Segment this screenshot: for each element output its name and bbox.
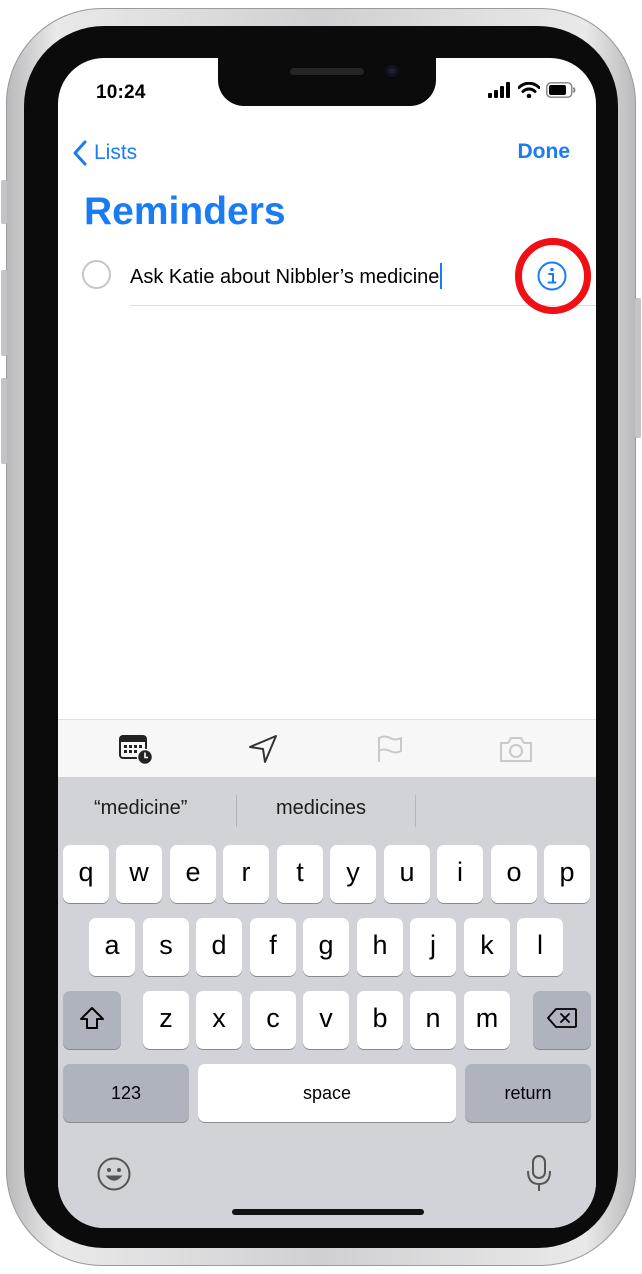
key-x[interactable]: x — [196, 991, 242, 1049]
key-j[interactable]: j — [410, 918, 456, 976]
location-arrow-icon[interactable] — [246, 732, 282, 766]
key-h[interactable]: h — [357, 918, 403, 976]
return-key[interactable]: return — [465, 1064, 591, 1122]
reminder-title-input[interactable]: Ask Katie about Nibbler’s medicine — [130, 263, 443, 289]
volume-down-button — [1, 378, 7, 464]
phone-screen: 10:24 Lists Done Reminders Ask Katie abo… — [58, 58, 596, 1228]
delete-key[interactable] — [533, 991, 591, 1049]
battery-icon — [546, 82, 576, 98]
flag-icon[interactable] — [372, 732, 408, 766]
row-divider — [130, 305, 596, 306]
key-r[interactable]: r — [223, 845, 269, 903]
calendar-clock-icon[interactable] — [118, 732, 154, 766]
key-b[interactable]: b — [357, 991, 403, 1049]
keyboard: “medicine” medicines q w e r t y u i o p… — [58, 777, 596, 1228]
emoji-icon[interactable] — [96, 1156, 132, 1192]
key-d[interactable]: d — [196, 918, 242, 976]
back-to-lists-button[interactable]: Lists — [72, 140, 137, 166]
key-w[interactable]: w — [116, 845, 162, 903]
back-label: Lists — [94, 141, 138, 164]
key-t[interactable]: t — [277, 845, 323, 903]
page-title: Reminders — [84, 190, 286, 233]
done-button[interactable]: Done — [518, 140, 571, 164]
key-q[interactable]: q — [63, 845, 109, 903]
key-f[interactable]: f — [250, 918, 296, 976]
notch — [218, 58, 436, 106]
mute-switch — [1, 180, 7, 224]
key-n[interactable]: n — [410, 991, 456, 1049]
suggestion-divider — [236, 795, 237, 827]
key-l[interactable]: l — [517, 918, 563, 976]
key-k[interactable]: k — [464, 918, 510, 976]
cellular-signal-icon — [488, 82, 510, 98]
shift-key[interactable] — [63, 991, 121, 1049]
suggestion-1[interactable]: “medicine” — [94, 797, 187, 820]
key-e[interactable]: e — [170, 845, 216, 903]
key-s[interactable]: s — [143, 918, 189, 976]
key-v[interactable]: v — [303, 991, 349, 1049]
microphone-icon[interactable] — [525, 1154, 553, 1194]
camera-icon[interactable] — [498, 732, 534, 766]
earpiece-speaker — [290, 68, 364, 75]
shift-arrow-icon — [80, 1007, 104, 1029]
status-icons — [488, 82, 576, 98]
info-icon[interactable] — [536, 260, 568, 292]
key-g[interactable]: g — [303, 918, 349, 976]
key-o[interactable]: o — [491, 845, 537, 903]
key-m[interactable]: m — [464, 991, 510, 1049]
key-y[interactable]: y — [330, 845, 376, 903]
power-button — [635, 298, 641, 438]
key-a[interactable]: a — [89, 918, 135, 976]
key-p[interactable]: p — [544, 845, 590, 903]
suggestion-2[interactable]: medicines — [276, 797, 366, 820]
status-time: 10:24 — [96, 82, 146, 103]
chevron-left-icon — [73, 140, 87, 166]
volume-up-button — [1, 270, 7, 356]
text-cursor — [440, 263, 443, 289]
reminder-title-text: Ask Katie about Nibbler’s medicine — [130, 266, 440, 288]
key-c[interactable]: c — [250, 991, 296, 1049]
front-camera — [386, 65, 398, 77]
home-indicator[interactable] — [232, 1209, 424, 1215]
key-z[interactable]: z — [143, 991, 189, 1049]
backspace-icon — [547, 1008, 577, 1028]
predictive-text-bar: “medicine” medicines — [58, 777, 596, 843]
key-i[interactable]: i — [437, 845, 483, 903]
space-key[interactable]: space — [198, 1064, 456, 1122]
wifi-icon — [518, 82, 540, 98]
key-u[interactable]: u — [384, 845, 430, 903]
phone-frame: 10:24 Lists Done Reminders Ask Katie abo… — [1, 8, 641, 1266]
numbers-key[interactable]: 123 — [63, 1064, 189, 1122]
reminder-complete-checkbox[interactable] — [82, 260, 111, 289]
suggestion-divider — [415, 795, 416, 827]
quick-toolbar — [58, 719, 596, 778]
